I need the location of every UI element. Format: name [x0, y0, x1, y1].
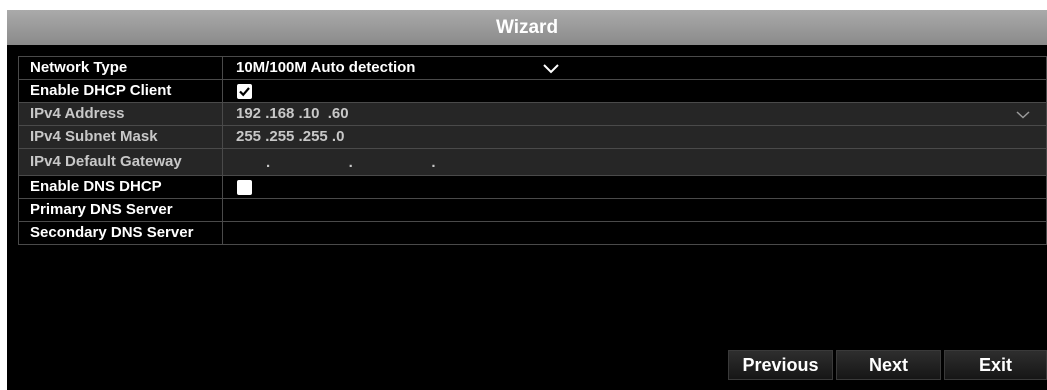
enable-dhcp-client-label: Enable DHCP Client [19, 80, 223, 102]
primary-dns-server-label: Primary DNS Server [19, 199, 223, 221]
row-ipv4-subnet-mask: IPv4 Subnet Mask 255 .255 .255 .0 [18, 125, 1047, 148]
ipv4-address-label: IPv4 Address [19, 103, 223, 125]
network-type-select[interactable]: 10M/100M Auto detection [236, 57, 415, 79]
chevron-down-icon[interactable] [1014, 109, 1032, 121]
checkmark-icon [239, 87, 250, 97]
row-primary-dns-server: Primary DNS Server [18, 198, 1047, 221]
window-title: Wizard [7, 10, 1047, 45]
row-network-type: Network Type 10M/100M Auto detection [18, 56, 1047, 79]
ipv4-subnet-mask-label: IPv4 Subnet Mask [19, 126, 223, 148]
exit-button[interactable]: Exit [944, 350, 1047, 380]
ipv4-default-gateway-label: IPv4 Default Gateway [19, 149, 223, 175]
ipv4-address-field[interactable]: 192 .168 .10 .60 [236, 103, 349, 125]
row-secondary-dns-server: Secondary DNS Server [18, 221, 1047, 245]
row-ipv4-address: IPv4 Address 192 .168 .10 .60 [18, 102, 1047, 125]
wizard-window: Wizard Network Type 10M/100M Auto detect… [7, 10, 1047, 390]
enable-dns-dhcp-label: Enable DNS DHCP [19, 176, 223, 198]
row-enable-dns-dhcp: Enable DNS DHCP [18, 175, 1047, 198]
previous-button[interactable]: Previous [728, 350, 833, 380]
row-enable-dhcp-client: Enable DHCP Client [18, 79, 1047, 102]
enable-dns-dhcp-checkbox[interactable] [237, 180, 252, 195]
next-button[interactable]: Next [836, 350, 941, 380]
network-type-label: Network Type [19, 57, 223, 79]
row-ipv4-default-gateway: IPv4 Default Gateway . . . [18, 148, 1047, 175]
enable-dhcp-client-checkbox[interactable] [237, 84, 252, 99]
network-settings-table: Network Type 10M/100M Auto detection Ena… [18, 56, 1047, 245]
secondary-dns-server-label: Secondary DNS Server [19, 222, 223, 244]
ipv4-subnet-mask-field[interactable]: 255 .255 .255 .0 [236, 126, 344, 148]
chevron-down-icon[interactable] [542, 63, 560, 75]
